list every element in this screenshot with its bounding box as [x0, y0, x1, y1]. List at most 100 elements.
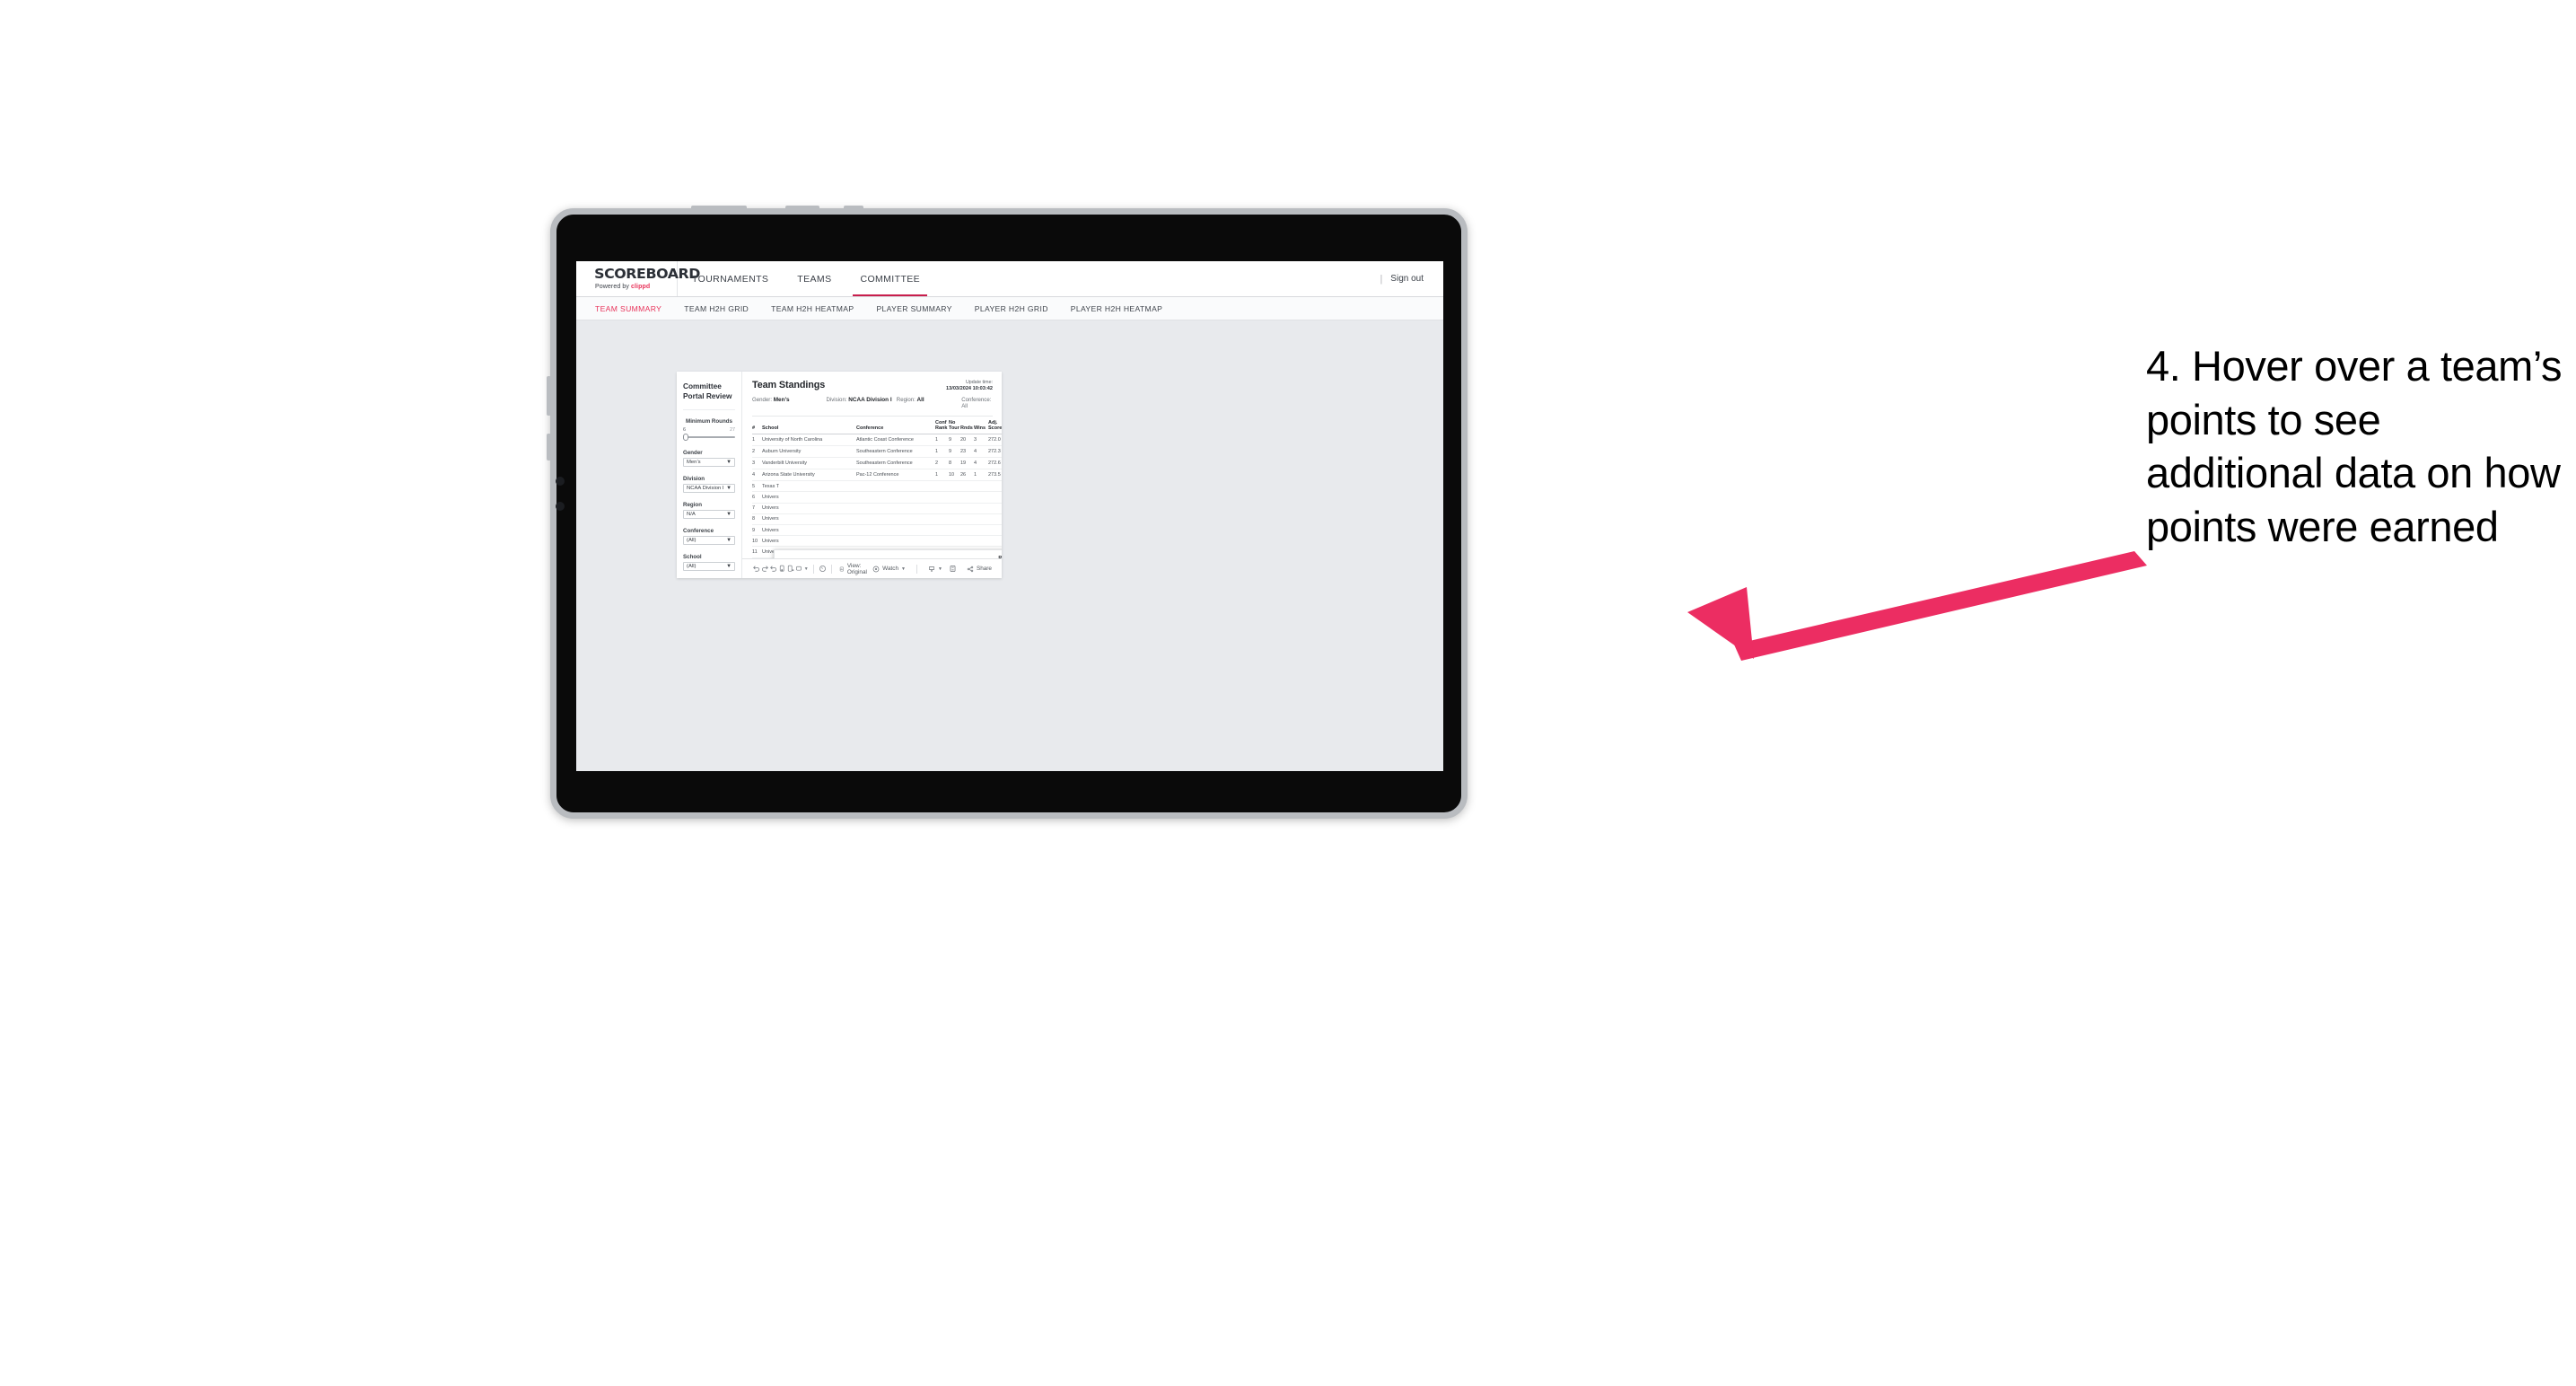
cell-conf-rank	[935, 513, 949, 525]
slider-handle[interactable]	[683, 433, 688, 441]
cell-conference	[856, 535, 935, 548]
cell-adj-score: 272.3	[988, 445, 1002, 459]
cell-conference	[856, 513, 935, 525]
tab-team-h2h-grid[interactable]: TEAM H2H GRID	[684, 304, 749, 313]
applied-filter-conference-label: Conference:	[961, 397, 992, 403]
slider-range-values: 6 27	[683, 427, 735, 433]
col-rnds[interactable]: Rnds	[960, 417, 974, 435]
col-conf-rank[interactable]: Conf Rank	[935, 417, 949, 435]
cell-adj-score	[988, 491, 1002, 504]
school-dropdown[interactable]: (All) ▼	[683, 562, 735, 571]
side-button-upper[interactable]	[547, 376, 551, 416]
power-button[interactable]	[691, 206, 747, 210]
cell-adj-score	[988, 535, 1002, 548]
region-value: N/A	[687, 511, 696, 517]
redo-icon[interactable]	[761, 565, 770, 573]
cell-rank: 3	[752, 457, 762, 470]
col-school[interactable]: School	[762, 417, 856, 435]
col-adj-score[interactable]: Adj. Score	[988, 417, 1002, 435]
gender-dropdown[interactable]: Men’s ▼	[683, 458, 735, 467]
cell-rank: 7	[752, 503, 762, 514]
share-button[interactable]: Share	[967, 566, 992, 573]
cell-adj-score: 272.6	[988, 457, 1002, 470]
tooltip-table-head: Team Event Event Division Event Type Rou…	[782, 556, 1002, 558]
slider-max-value: 27	[730, 426, 735, 433]
volume-up-button[interactable]	[785, 206, 819, 210]
applied-filter-conference: Conference: All	[961, 397, 993, 409]
filter-gender: Gender Men’s ▼	[683, 450, 735, 467]
slider-track[interactable]	[683, 433, 735, 441]
watch-label: Watch	[882, 566, 899, 572]
cell-adj-score	[988, 480, 1002, 493]
table-row[interactable]: 1 University of North Carolina Atlantic Co…	[752, 434, 1002, 447]
cell-no-tour	[949, 513, 960, 525]
cell-no-tour: 9	[949, 434, 960, 447]
slider-min-value: 6	[683, 426, 686, 433]
nav-item-teams[interactable]: TEAMS	[783, 261, 846, 296]
table-row[interactable]: 9 Univers	[752, 524, 1002, 537]
tab-team-summary[interactable]: TEAM SUMMARY	[595, 304, 662, 313]
cell-rnds: 23	[960, 445, 974, 459]
standings-table: # School Conference Conf Rank No Tour Rn…	[752, 417, 1002, 558]
tab-player-summary[interactable]: PLAYER SUMMARY	[876, 304, 951, 313]
pause-auto-update-icon[interactable]	[819, 565, 828, 573]
revert-icon[interactable]	[769, 565, 778, 573]
table-row[interactable]: 8 Univers	[752, 513, 1002, 525]
filter-label-minimum-rounds: Minimum Rounds	[686, 418, 732, 425]
nav-item-committee[interactable]: COMMITTEE	[846, 261, 934, 296]
cell-adj-score: 273.5	[988, 469, 1002, 482]
undo-icon[interactable]	[752, 565, 761, 573]
brand-logo[interactable]: SCOREBOARD Powered by clippd	[576, 261, 700, 296]
table-row[interactable]: 2 Auburn University Southeastern Conferenc…	[752, 445, 1002, 459]
cell-rnds: 19	[960, 457, 974, 470]
refresh-icon[interactable]	[778, 565, 787, 573]
view-original-button[interactable]: View: Original	[839, 563, 872, 575]
standings-table-wrapper[interactable]: # School Conference Conf Rank No Tour Rn…	[742, 417, 1002, 558]
side-button-lower[interactable]	[547, 434, 551, 461]
cell-conference	[856, 503, 935, 514]
col-wins[interactable]: Wins	[974, 417, 988, 435]
cell-school: Vanderbilt University	[762, 457, 856, 470]
cell-no-tour: 9	[949, 445, 960, 459]
cell-rnds	[960, 513, 974, 525]
tab-player-h2h-heatmap[interactable]: PLAYER H2H HEATMAP	[1071, 304, 1162, 313]
sign-out-link[interactable]: Sign out	[1390, 274, 1424, 284]
conference-dropdown[interactable]: (All) ▼	[683, 536, 735, 545]
tablet-device: SCOREBOARD Powered by clippd TOURNAMENTS…	[547, 206, 1468, 819]
table-row[interactable]: 5 Texas T	[752, 480, 1002, 493]
division-dropdown[interactable]: NCAA Division I ▼	[683, 484, 735, 493]
table-row[interactable]: 7 Univers	[752, 503, 1002, 514]
chevron-down-icon[interactable]: ▼	[803, 566, 809, 572]
slider-bar	[685, 435, 735, 438]
view-original-label: View: Original	[846, 562, 867, 575]
cell-rank: 5	[752, 480, 762, 493]
device-layout-icon[interactable]	[795, 565, 804, 573]
volume-down-button[interactable]	[844, 206, 863, 210]
tooltip-col-rounds: Rounds	[971, 556, 991, 558]
chevron-down-icon: ▼	[726, 511, 732, 517]
col-rank[interactable]: #	[752, 417, 762, 435]
region-dropdown[interactable]: N/A ▼	[683, 510, 735, 519]
filter-minimum-rounds[interactable]: Minimum Rounds 6 27	[683, 418, 735, 441]
cell-school: Arizona State University	[762, 469, 856, 482]
tooltip-col-rank-impact: Rank Impact	[991, 556, 1002, 558]
table-row[interactable]: 4 Arizona State University Pac-12 Conferen…	[752, 469, 1002, 482]
pause-refresh-icon[interactable]	[786, 565, 795, 573]
cell-no-tour	[949, 535, 960, 548]
cell-conference	[856, 524, 935, 537]
table-row[interactable]: 6 Univers	[752, 491, 1002, 504]
table-row[interactable]: 3 Vanderbilt University Southeastern Confe…	[752, 457, 1002, 470]
col-no-tour[interactable]: No Tour	[949, 417, 960, 435]
tab-team-h2h-heatmap[interactable]: TEAM H2H HEATMAP	[771, 304, 854, 313]
watch-button[interactable]: Watch ▼	[872, 566, 906, 573]
cell-school: Texas T	[762, 480, 856, 493]
tab-player-h2h-grid[interactable]: PLAYER H2H GRID	[975, 304, 1048, 313]
filter-label-gender: Gender	[683, 449, 703, 456]
full-screen-icon[interactable]	[949, 565, 960, 573]
nav-item-tournaments[interactable]: TOURNAMENTS	[678, 261, 783, 296]
filter-division: Division NCAA Division I ▼	[683, 476, 735, 493]
cell-conference: Southeastern Conference	[856, 457, 935, 470]
col-conference[interactable]: Conference	[856, 417, 935, 435]
table-row[interactable]: 10 Univers	[752, 535, 1002, 548]
download-button[interactable]: ▼	[928, 566, 942, 573]
